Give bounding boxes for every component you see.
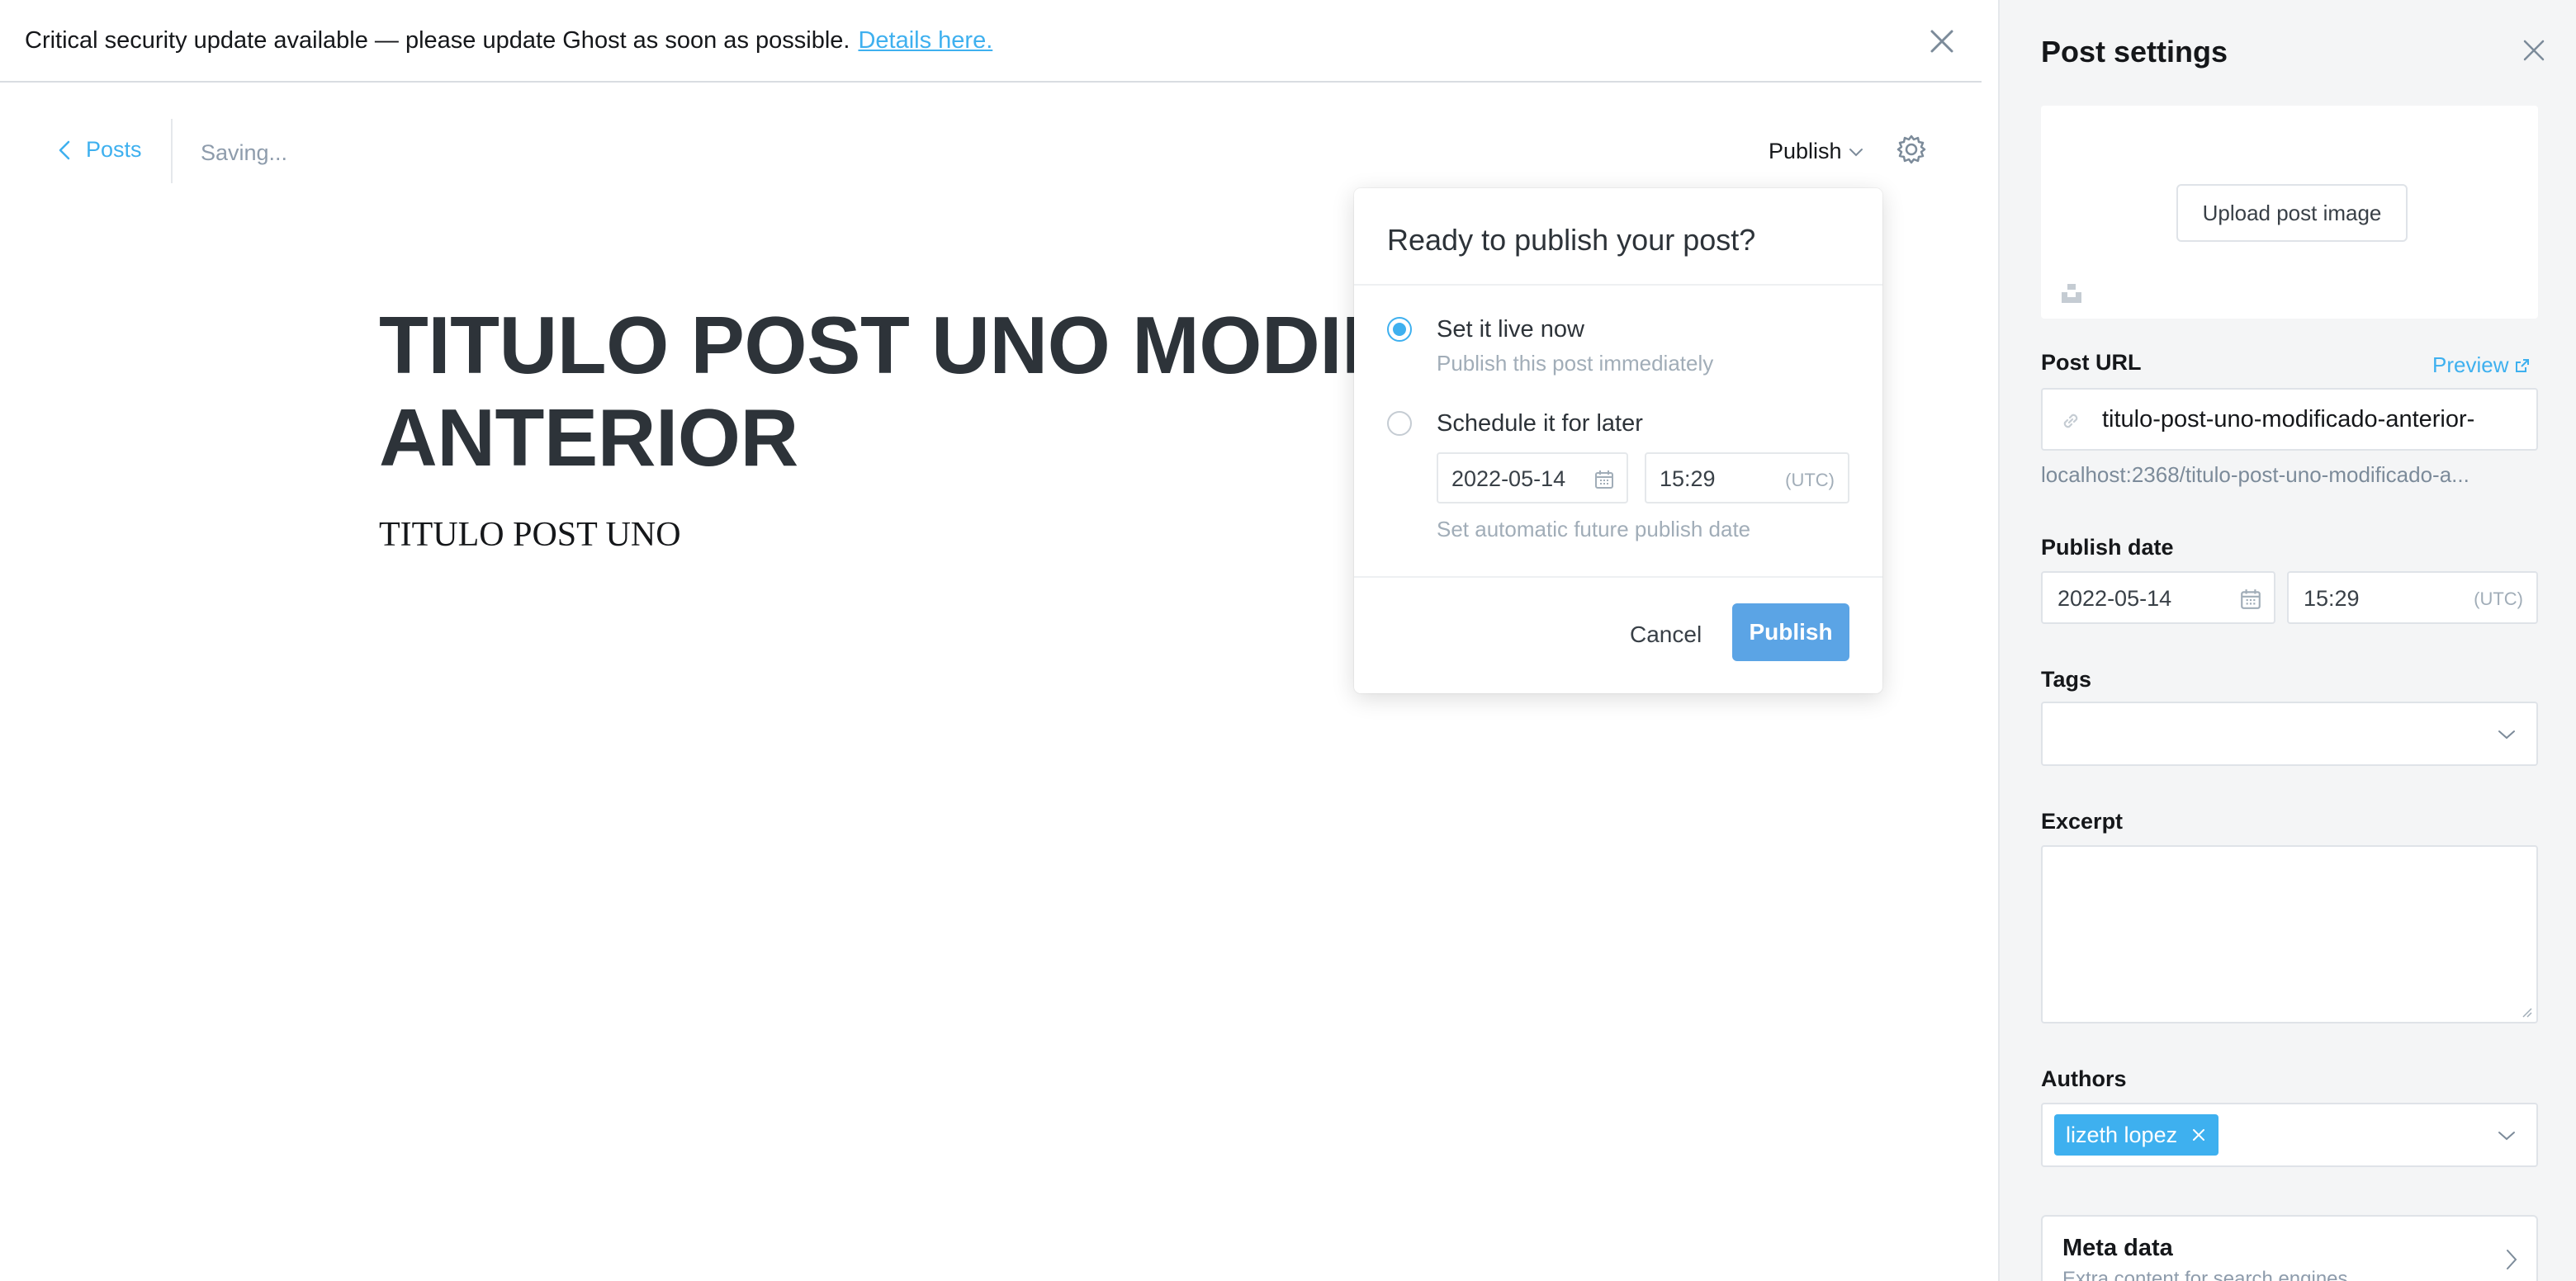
link-icon: [2063, 414, 2078, 428]
post-url-input[interactable]: titulo-post-uno-modificado-anterior-: [2041, 388, 2538, 451]
authors-label: Authors: [2041, 1066, 2127, 1091]
radio-set-live-now[interactable]: [1387, 317, 1412, 342]
publish-popover: Ready to publish your post? Set it live …: [1354, 188, 1882, 693]
preview-link[interactable]: Preview: [2432, 352, 2530, 378]
publish-date-value: 2022-05-14: [2057, 586, 2172, 611]
banner-details-link[interactable]: Details here.: [858, 27, 992, 54]
cancel-button[interactable]: Cancel: [1630, 622, 1702, 648]
author-name: lizeth lopez: [2066, 1122, 2178, 1147]
back-label: Posts: [86, 137, 142, 162]
publish-button[interactable]: Publish: [1732, 603, 1849, 661]
excerpt-label: Excerpt: [2041, 809, 2124, 834]
schedule-date-value: 2022-05-14: [1451, 466, 1566, 491]
back-to-posts-link[interactable]: Posts: [56, 137, 142, 163]
publish-date-input[interactable]: 2022-05-14: [2041, 571, 2275, 624]
radio-schedule-later[interactable]: [1387, 411, 1412, 436]
publish-timezone: (UTC): [2474, 589, 2523, 609]
tags-label: Tags: [2041, 667, 2092, 692]
security-banner: Critical security update available — ple…: [0, 0, 1982, 83]
schedule-hint: Set automatic future publish date: [1437, 517, 1751, 541]
calendar-icon[interactable]: [1593, 469, 1615, 490]
panel-title: Post settings: [2041, 35, 2228, 69]
toolbar-divider: [171, 119, 173, 183]
unsplash-icon[interactable]: [2059, 281, 2084, 305]
option-now-desc: Publish this post immediately: [1437, 351, 1714, 376]
chevron-down-icon: [2498, 1132, 2515, 1141]
calendar-icon[interactable]: [2239, 588, 2262, 611]
option-later-label[interactable]: Schedule it for later: [1437, 410, 1643, 437]
schedule-date-input[interactable]: 2022-05-14: [1437, 452, 1628, 503]
popover-title: Ready to publish your post?: [1387, 223, 1756, 257]
option-now-label[interactable]: Set it live now: [1437, 316, 1584, 343]
schedule-time-input[interactable]: 15:29 (UTC): [1645, 452, 1849, 503]
excerpt-textarea[interactable]: [2041, 845, 2538, 1023]
publish-date-label: Publish date: [2041, 535, 2174, 560]
schedule-time-value: 15:29: [1660, 466, 1716, 491]
editor-area: Critical security update available — ple…: [0, 0, 1998, 1281]
gear-icon[interactable]: [1896, 134, 1927, 165]
post-url-value: titulo-post-uno-modificado-anterior-: [2102, 406, 2475, 433]
upload-post-image-button[interactable]: Upload post image: [2176, 184, 2408, 242]
post-image-area: Upload post image: [2041, 106, 2538, 319]
post-url-full: localhost:2368/titulo-post-uno-modificad…: [2041, 462, 2469, 487]
close-icon[interactable]: [1927, 26, 1957, 56]
preview-label: Preview: [2432, 352, 2509, 377]
schedule-timezone: (UTC): [1785, 470, 1835, 490]
publish-time-value: 15:29: [2304, 586, 2360, 611]
external-link-icon: [2516, 358, 2530, 372]
chevron-right-icon: [2507, 1250, 2517, 1269]
meta-data-item[interactable]: Meta data Extra content for search engin…: [2041, 1215, 2538, 1281]
publish-menu-trigger[interactable]: Publish: [1769, 139, 1863, 164]
resize-handle-icon[interactable]: [2520, 1005, 2533, 1019]
meta-data-title: Meta data: [2062, 1235, 2173, 1261]
post-body[interactable]: TITULO POST UNO: [379, 515, 681, 555]
external-link-icon-anchor: [1158, 142, 1174, 158]
tags-select[interactable]: [2041, 702, 2538, 766]
close-icon[interactable]: [2522, 38, 2546, 63]
popover-divider: [1354, 284, 1882, 286]
save-status: Saving...: [201, 140, 288, 165]
chevron-down-icon: [2498, 730, 2515, 740]
chevron-down-icon: [1849, 148, 1863, 156]
publish-menu-label: Publish: [1769, 139, 1842, 163]
banner-message: Critical security update available — ple…: [25, 26, 850, 54]
popover-divider-bottom: [1354, 576, 1882, 578]
meta-data-subtitle: Extra content for search engines: [2062, 1268, 2348, 1281]
author-tag[interactable]: lizeth lopez: [2054, 1114, 2219, 1156]
post-settings-panel: Post settings Upload post image Post URL…: [1998, 0, 2576, 1281]
authors-select[interactable]: lizeth lopez: [2041, 1103, 2538, 1167]
publish-time-input[interactable]: 15:29 (UTC): [2287, 571, 2538, 624]
remove-author-icon[interactable]: [2190, 1127, 2207, 1143]
chevron-left-icon: [59, 140, 70, 159]
post-url-label: Post URL: [2041, 350, 2142, 375]
